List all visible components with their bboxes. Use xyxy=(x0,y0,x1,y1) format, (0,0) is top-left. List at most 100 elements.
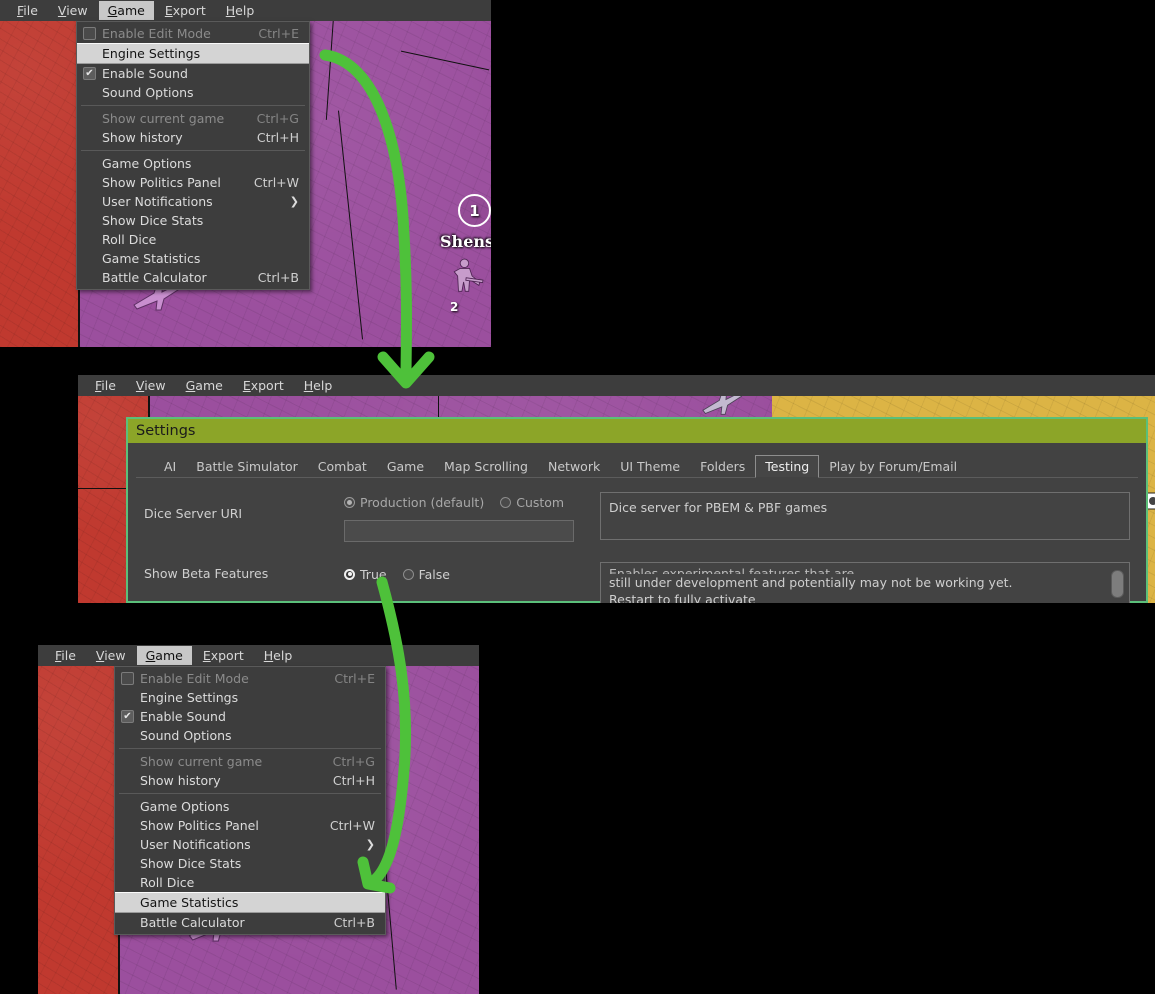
unit-badge[interactable]: 1 xyxy=(458,194,491,227)
tab-combat[interactable]: Combat xyxy=(308,455,377,477)
menu-export[interactable]: Export xyxy=(156,1,215,20)
radio-true[interactable]: True xyxy=(344,567,387,582)
dice-server-radio-group[interactable]: Production (default) Custom xyxy=(344,492,586,512)
tab-battle-simulator[interactable]: Battle Simulator xyxy=(186,455,308,477)
menu-game[interactable]: Game xyxy=(99,1,154,20)
menu-item-accelerator: Ctrl+B xyxy=(258,270,299,285)
menu-item-show-politics-panel[interactable]: Show Politics PanelCtrl+W xyxy=(115,816,385,835)
menu-game[interactable]: Game xyxy=(177,376,232,395)
beta-features-radio-group[interactable]: True False xyxy=(344,564,586,584)
menu-item-sound-options[interactable]: Sound Options xyxy=(77,83,309,102)
tab-ui-theme[interactable]: UI Theme xyxy=(610,455,690,477)
game-dropdown-menu-bottom[interactable]: Enable Edit ModeCtrl+EEngine SettingsEna… xyxy=(114,666,386,935)
menu-item-label: Game Options xyxy=(140,799,375,814)
menu-item-roll-dice[interactable]: Roll Dice xyxy=(77,230,309,249)
tab-map-scrolling[interactable]: Map Scrolling xyxy=(434,455,538,477)
menu-item-engine-settings[interactable]: Engine Settings xyxy=(77,43,309,64)
menu-view[interactable]: View xyxy=(49,1,97,20)
menu-view[interactable]: View xyxy=(127,376,175,395)
menu-item-game-options[interactable]: Game Options xyxy=(115,797,385,816)
menu-item-label: Show Dice Stats xyxy=(140,856,375,871)
menu-item-label: Battle Calculator xyxy=(102,270,232,285)
game-dropdown-menu-top[interactable]: Enable Edit ModeCtrl+EEngine SettingsEna… xyxy=(76,21,310,290)
radio-production-default[interactable]: Production (default) xyxy=(344,495,484,510)
tab-ai[interactable]: AI xyxy=(154,455,186,477)
dice-server-description-box: Dice server for PBEM & PBF games xyxy=(600,492,1130,540)
dice-server-uri-input[interactable] xyxy=(344,520,574,542)
menu-view[interactable]: View xyxy=(87,646,135,665)
menu-item-game-statistics[interactable]: Game Statistics xyxy=(115,892,385,913)
menu-item-label: Roll Dice xyxy=(140,875,375,890)
menu-item-enable-sound[interactable]: Enable Sound xyxy=(115,707,385,726)
tab-play-by-forum-email[interactable]: Play by Forum/Email xyxy=(819,455,967,477)
tab-folders[interactable]: Folders xyxy=(690,455,755,477)
settings-tabstrip[interactable]: AIBattle SimulatorCombatGameMap Scrollin… xyxy=(136,443,1138,478)
radio-false[interactable]: False xyxy=(403,567,450,582)
menubar-bottom[interactable]: File View Game Export Help xyxy=(38,645,479,666)
menu-item-show-politics-panel[interactable]: Show Politics PanelCtrl+W xyxy=(77,173,309,192)
menu-export[interactable]: Export xyxy=(234,376,293,395)
menubar-top[interactable]: File View Game Export Help xyxy=(0,0,491,21)
menu-item-enable-edit-mode: Enable Edit ModeCtrl+E xyxy=(77,24,309,43)
checkbox-placeholder xyxy=(121,819,134,832)
checkbox-placeholder xyxy=(121,774,134,787)
checkbox-placeholder xyxy=(83,131,96,144)
radio-indicator[interactable] xyxy=(344,497,355,508)
menu-export[interactable]: Export xyxy=(194,646,253,665)
menu-item-user-notifications[interactable]: User Notifications❯ xyxy=(115,835,385,854)
menu-item-game-statistics[interactable]: Game Statistics xyxy=(77,249,309,268)
menu-item-battle-calculator[interactable]: Battle Calculator Ctrl+B xyxy=(77,268,309,287)
setting-control: True False xyxy=(344,564,586,584)
menu-item-game-options[interactable]: Game Options xyxy=(77,154,309,173)
menu-item-accelerator: Ctrl+H xyxy=(333,773,375,788)
menu-item-roll-dice[interactable]: Roll Dice xyxy=(115,873,385,892)
checkbox-placeholder xyxy=(121,729,134,742)
menu-item-battle-calculator[interactable]: Battle CalculatorCtrl+B xyxy=(115,913,385,932)
territory-label: Shens xyxy=(440,232,491,251)
tab-game[interactable]: Game xyxy=(377,455,434,477)
menu-separator xyxy=(81,150,305,151)
radio-indicator[interactable] xyxy=(500,497,511,508)
checkbox-placeholder xyxy=(83,252,96,265)
checkbox-placeholder xyxy=(121,838,134,851)
menu-item-label: Enable Sound xyxy=(140,709,375,724)
menu-file[interactable]: File xyxy=(8,1,47,20)
menu-item-show-history[interactable]: Show historyCtrl+H xyxy=(77,128,309,147)
menu-item-user-notifications[interactable]: User Notifications❯ xyxy=(77,192,309,211)
radio-custom[interactable]: Custom xyxy=(500,495,564,510)
menu-item-show-history[interactable]: Show historyCtrl+H xyxy=(115,771,385,790)
menu-file[interactable]: File xyxy=(46,646,85,665)
checkbox-placeholder xyxy=(83,176,96,189)
settings-dialog[interactable]: Settings AIBattle SimulatorCombatGameMap… xyxy=(126,417,1148,603)
menu-item-accelerator: Ctrl+H xyxy=(257,130,299,145)
checkbox-placeholder xyxy=(121,896,134,909)
menu-game[interactable]: Game xyxy=(137,646,192,665)
description-text: Dice server for PBEM & PBF games xyxy=(609,500,827,515)
tab-testing[interactable]: Testing xyxy=(755,455,819,478)
territory-red[interactable] xyxy=(0,0,80,347)
radio-indicator[interactable] xyxy=(403,569,414,580)
menu-file[interactable]: File xyxy=(86,376,125,395)
menu-help[interactable]: Help xyxy=(255,646,302,665)
menu-item-label: Show current game xyxy=(140,754,307,769)
radio-label: True xyxy=(360,567,387,582)
radio-label: False xyxy=(419,567,450,582)
radio-indicator[interactable] xyxy=(344,569,355,580)
menu-item-label: Show Politics Panel xyxy=(102,175,228,190)
menu-item-sound-options[interactable]: Sound Options xyxy=(115,726,385,745)
beta-features-description-box[interactable]: Enables experimental features that are s… xyxy=(600,562,1130,603)
menu-item-show-dice-stats[interactable]: Show Dice Stats xyxy=(115,854,385,873)
setting-row-show-beta-features: Show Beta Features True False xyxy=(128,564,1146,603)
menu-item-label: Battle Calculator xyxy=(140,915,308,930)
menu-item-show-dice-stats[interactable]: Show Dice Stats xyxy=(77,211,309,230)
territory-red[interactable] xyxy=(38,645,120,994)
menubar-middle[interactable]: File View Game Export Help xyxy=(78,375,1155,396)
menu-item-accelerator: Ctrl+G xyxy=(257,111,299,126)
menu-help[interactable]: Help xyxy=(217,1,264,20)
scrollbar-thumb[interactable] xyxy=(1111,570,1124,598)
menu-help[interactable]: Help xyxy=(295,376,342,395)
tab-network[interactable]: Network xyxy=(538,455,610,477)
menu-item-enable-sound[interactable]: Enable Sound xyxy=(77,64,309,83)
menu-item-label: Show Politics Panel xyxy=(140,818,304,833)
menu-item-engine-settings[interactable]: Engine Settings xyxy=(115,688,385,707)
